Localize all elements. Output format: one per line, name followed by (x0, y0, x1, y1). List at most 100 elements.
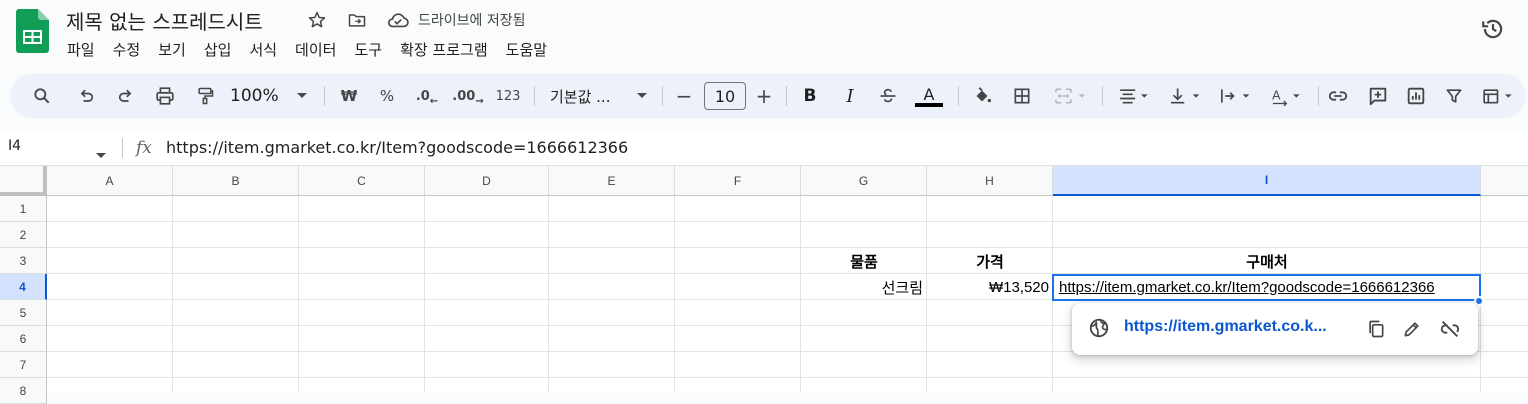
row-header-6[interactable]: 6 (0, 326, 47, 352)
font-size-input[interactable]: 10 (704, 82, 746, 110)
insert-chart-icon[interactable] (1402, 80, 1430, 112)
insert-link-icon[interactable] (1324, 80, 1352, 112)
cloud-saved-icon[interactable] (386, 8, 410, 32)
gridline (674, 196, 675, 392)
chevron-down-icon[interactable] (96, 144, 106, 163)
text-wrap-icon[interactable] (1212, 80, 1260, 112)
cell-h4[interactable]: ₩13,520 (927, 274, 1053, 300)
increase-decimal-label: .00 (452, 88, 476, 104)
arrow-right-icon: → (475, 95, 484, 107)
menu-tools[interactable]: 도구 (345, 36, 391, 64)
decrease-font-size-button[interactable]: − (672, 80, 696, 112)
toolbar-divider (324, 86, 325, 106)
merge-cells-icon[interactable] (1048, 80, 1094, 112)
toolbar-divider (958, 86, 959, 106)
row-header-2[interactable]: 2 (0, 222, 47, 248)
insert-comment-icon[interactable] (1364, 80, 1392, 112)
horizontal-align-icon[interactable] (1112, 80, 1160, 112)
app-header: 제목 없는 스프레드시트 드라이브에 저장됨 파일 수정 보기 삽입 서식 데이… (0, 0, 1528, 66)
search-icon[interactable] (28, 80, 56, 112)
toolbar-divider (1318, 86, 1319, 106)
row-header-1[interactable]: 1 (0, 196, 47, 222)
link-url[interactable]: https://item.gmarket.co.k... (1124, 318, 1327, 336)
column-header-d[interactable]: D (425, 166, 549, 196)
gridline (298, 196, 299, 392)
column-header-h[interactable]: H (927, 166, 1053, 196)
gridline (47, 221, 1528, 222)
cell-h3[interactable]: 가격 (927, 248, 1053, 274)
text-color-icon[interactable]: A (912, 80, 946, 112)
toolbar-divider (1102, 86, 1103, 106)
remove-link-icon[interactable] (1436, 315, 1464, 343)
vertical-align-icon[interactable] (1162, 80, 1210, 112)
zoom-value: 100% (230, 86, 279, 106)
menu-insert[interactable]: 삽입 (195, 36, 241, 64)
filter-icon[interactable] (1440, 80, 1468, 112)
text-color-bar (915, 102, 943, 107)
selected-cell-border (1052, 274, 1481, 301)
borders-icon[interactable] (1008, 80, 1036, 112)
bold-icon[interactable]: B (796, 80, 824, 112)
text-color-letter: A (923, 84, 935, 104)
filter-views-icon[interactable] (1476, 80, 1524, 112)
cell-i3[interactable]: 구매처 (1053, 248, 1481, 274)
toolbar-divider (534, 86, 535, 106)
menu-extensions[interactable]: 확장 프로그램 (391, 36, 497, 64)
document-title[interactable]: 제목 없는 스프레드시트 (66, 6, 263, 35)
column-header-a[interactable]: A (47, 166, 173, 196)
formula-input[interactable]: https://item.gmarket.co.kr/Item?goodscod… (166, 138, 628, 157)
row-header-8[interactable]: 8 (0, 378, 47, 404)
row-header-3[interactable]: 3 (0, 248, 47, 274)
version-history-icon[interactable] (1478, 14, 1508, 44)
chevron-down-icon[interactable] (294, 80, 310, 112)
column-header-i[interactable]: I (1053, 166, 1481, 196)
cell-g4[interactable]: 선크림 (801, 274, 927, 300)
text-rotation-icon[interactable]: A (1264, 80, 1312, 112)
strikethrough-icon[interactable] (874, 80, 902, 112)
undo-icon[interactable] (72, 80, 100, 112)
star-icon[interactable] (305, 8, 329, 32)
zoom-select[interactable]: 100% (230, 80, 292, 112)
menu-file[interactable]: 파일 (58, 36, 104, 64)
more-formats-button[interactable]: 123 (494, 80, 522, 112)
gridline (424, 196, 425, 392)
paint-format-icon[interactable] (191, 80, 219, 112)
currency-button[interactable]: ₩ (336, 80, 362, 112)
save-status: 드라이브에 저장됨 (418, 13, 526, 29)
percent-button[interactable]: % (374, 80, 400, 112)
edit-link-icon[interactable] (1398, 315, 1426, 343)
column-header-b[interactable]: B (173, 166, 299, 196)
fx-icon: fx (136, 138, 152, 158)
italic-icon[interactable]: I (836, 80, 864, 112)
cell-g3[interactable]: 물품 (801, 248, 927, 274)
menu-data[interactable]: 데이터 (286, 36, 345, 64)
menu-format[interactable]: 서식 (240, 36, 286, 64)
gridline (548, 196, 549, 392)
redo-icon[interactable] (112, 80, 140, 112)
column-header-e[interactable]: E (549, 166, 675, 196)
row-header-7[interactable]: 7 (0, 352, 47, 378)
increase-font-size-button[interactable]: + (752, 80, 776, 112)
chevron-down-icon[interactable] (634, 80, 650, 112)
decrease-decimal-button[interactable]: .0 ← (412, 80, 442, 112)
name-box[interactable]: I4 (8, 138, 21, 154)
increase-decimal-button[interactable]: .00 → (452, 80, 484, 112)
row-header-4[interactable]: 4 (0, 274, 47, 300)
menu-edit[interactable]: 수정 (104, 36, 150, 64)
row-header-5[interactable]: 5 (0, 300, 47, 326)
select-all-corner[interactable] (0, 166, 47, 196)
print-icon[interactable] (151, 80, 179, 112)
column-header-f[interactable]: F (675, 166, 801, 196)
link-preview-popup: https://item.gmarket.co.k... (1072, 303, 1478, 355)
column-header-c[interactable]: C (299, 166, 425, 196)
column-header-j[interactable] (1481, 166, 1528, 196)
move-folder-icon[interactable] (345, 8, 369, 32)
menu-help[interactable]: 도움말 (497, 36, 556, 64)
copy-link-icon[interactable] (1362, 315, 1390, 343)
fill-color-icon[interactable] (966, 80, 998, 112)
menu-view[interactable]: 보기 (149, 36, 195, 64)
column-header-g[interactable]: G (801, 166, 927, 196)
menu-bar: 파일 수정 보기 삽입 서식 데이터 도구 확장 프로그램 도움말 (58, 36, 556, 64)
sheets-logo-icon[interactable] (16, 9, 49, 53)
font-family-select[interactable]: 기본값 ... (550, 80, 620, 112)
